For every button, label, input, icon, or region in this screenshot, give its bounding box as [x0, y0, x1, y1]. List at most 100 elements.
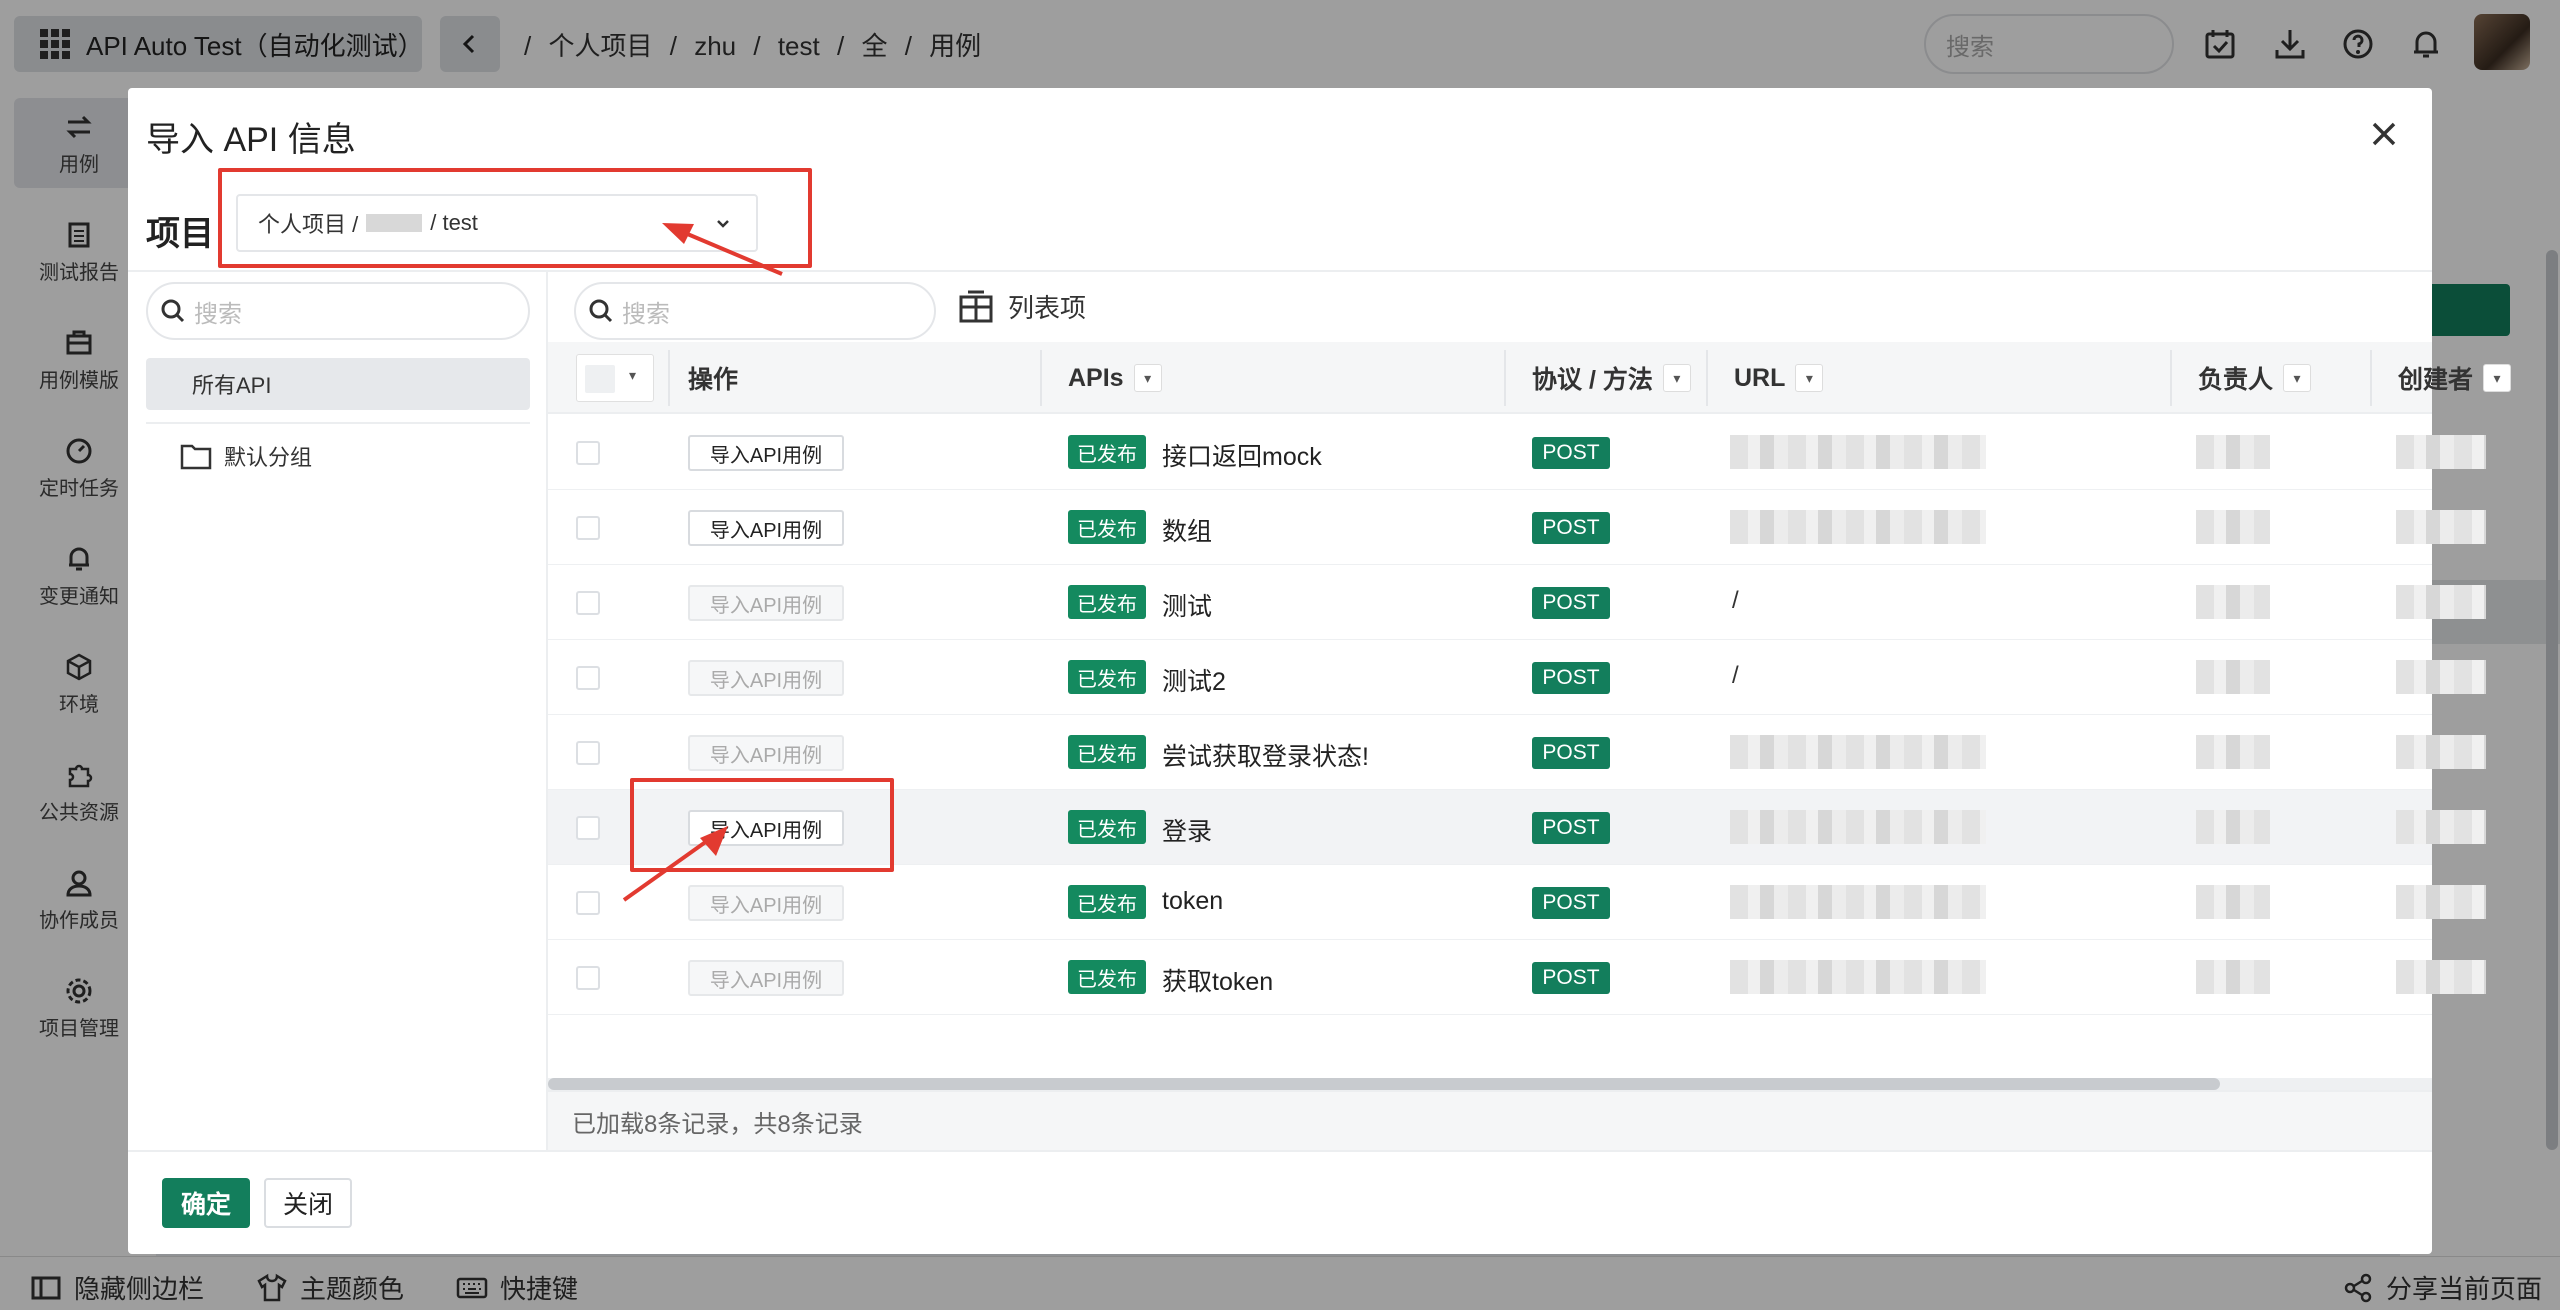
import-api-case-button[interactable]: 导入API用例 [688, 510, 844, 546]
status-badge: 已发布 [1068, 960, 1146, 994]
project-label: 项目 [146, 215, 214, 253]
column-title: 负责人 [2198, 366, 2274, 394]
api-name: 尝试获取登录状态! [1162, 743, 1369, 771]
method-badge: POST [1532, 437, 1610, 469]
tree-item-default-group[interactable]: 默认分组 [180, 440, 312, 472]
api-url: / [1732, 587, 1739, 614]
group-search-input[interactable]: 搜索 [146, 282, 530, 340]
row-checkbox[interactable] [576, 741, 600, 765]
dialog-title: 导入 API 信息 [146, 121, 356, 159]
chevron-down-icon[interactable]: ▾ [1662, 364, 1691, 392]
redacted-url [1730, 810, 1986, 844]
tree-item-label: 所有API [192, 373, 272, 398]
status-badge: 已发布 [1068, 885, 1146, 919]
column-title: APIs [1068, 363, 1124, 392]
chevron-down-icon[interactable]: ▾ [1795, 364, 1824, 392]
redacted-url [1730, 885, 1986, 919]
row-checkbox[interactable] [576, 516, 600, 540]
column-divider [2370, 350, 2372, 406]
search-placeholder: 搜索 [622, 300, 670, 328]
column-header-owner[interactable]: 负责人 ▾ [2198, 342, 2312, 414]
redacted-owner [2196, 660, 2270, 694]
close-icon[interactable] [2364, 114, 2404, 154]
redacted-owner [2196, 885, 2270, 919]
redacted-creator [2396, 735, 2486, 769]
column-title: 操作 [688, 366, 739, 394]
redacted-creator [2396, 960, 2486, 994]
row-checkbox[interactable] [576, 816, 600, 840]
horizontal-scrollbar-thumb[interactable] [548, 1078, 2220, 1090]
chevron-down-icon: ▾ [629, 367, 637, 383]
annotation-box-import [630, 778, 894, 872]
redacted-owner [2196, 510, 2270, 544]
redacted-owner [2196, 810, 2270, 844]
record-count: 已加载8条记录，共8条记录 [548, 1090, 2432, 1150]
column-settings-button[interactable]: 列表项 [958, 288, 1086, 325]
row-checkbox[interactable] [576, 666, 600, 690]
table-row[interactable]: 导入API用例 已发布 测试2 POST / [548, 640, 2486, 715]
import-api-case-button[interactable]: 导入API用例 [688, 435, 844, 471]
import-api-case-button: 导入API用例 [688, 585, 844, 621]
divider [128, 1150, 2432, 1152]
method-badge: POST [1532, 662, 1610, 694]
row-checkbox[interactable] [576, 591, 600, 615]
table-row[interactable]: 导入API用例 已发布 获取token POST [548, 940, 2486, 1015]
column-header-creator[interactable]: 创建者 ▾ [2398, 342, 2512, 414]
search-icon [589, 299, 613, 323]
column-header-protocol[interactable]: 协议 / 方法 ▾ [1532, 342, 1691, 414]
redacted-url [1730, 735, 1986, 769]
annotation-box-project [218, 168, 812, 268]
table-row[interactable]: 导入API用例 已发布 接口返回mock POST [548, 415, 2486, 490]
column-header-action: 操作 [688, 342, 738, 414]
api-name: 测试 [1162, 593, 1213, 621]
folder-icon [180, 444, 212, 470]
column-title: URL [1734, 363, 1786, 392]
api-name: 接口返回mock [1162, 443, 1322, 471]
search-placeholder: 搜索 [194, 300, 242, 328]
column-title: 创建者 [2398, 366, 2474, 394]
redacted-url [1730, 435, 1986, 469]
chevron-down-icon[interactable]: ▾ [2283, 364, 2312, 392]
method-badge: POST [1532, 887, 1610, 919]
redacted-creator [2396, 435, 2486, 469]
api-search-input[interactable]: 搜索 [574, 282, 936, 340]
chevron-down-icon[interactable]: ▾ [2483, 364, 2512, 392]
method-badge: POST [1532, 962, 1610, 994]
redacted-creator [2396, 510, 2486, 544]
chevron-down-icon[interactable]: ▾ [1133, 364, 1162, 392]
redacted-url [1730, 960, 1986, 994]
redacted-creator [2396, 585, 2486, 619]
column-divider [2170, 350, 2172, 406]
row-checkbox[interactable] [576, 891, 600, 915]
api-name: 数组 [1162, 518, 1213, 546]
redacted-url [1730, 510, 1986, 544]
status-badge: 已发布 [1068, 510, 1146, 544]
column-header-url[interactable]: URL ▾ [1734, 342, 1824, 414]
close-button[interactable]: 关闭 [264, 1178, 352, 1228]
column-divider [668, 350, 670, 406]
api-group-tree: 搜索 所有API 默认分组 [128, 272, 548, 1150]
api-name: 测试2 [1162, 668, 1226, 696]
redacted-creator [2396, 885, 2486, 919]
status-badge: 已发布 [1068, 435, 1146, 469]
column-settings-label: 列表项 [1008, 293, 1087, 323]
divider [146, 422, 530, 424]
method-badge: POST [1532, 512, 1610, 544]
table-row[interactable]: 导入API用例 已发布 token POST [548, 865, 2486, 940]
row-checkbox[interactable] [576, 441, 600, 465]
column-header-apis[interactable]: APIs ▾ [1068, 342, 1162, 414]
column-divider [1040, 350, 1042, 406]
import-api-case-button: 导入API用例 [688, 735, 844, 771]
row-checkbox[interactable] [576, 966, 600, 990]
import-api-case-button: 导入API用例 [688, 660, 844, 696]
select-all-checkbox[interactable]: ▾ [576, 354, 654, 402]
table-row[interactable]: 导入API用例 已发布 测试 POST / [548, 565, 2486, 640]
method-badge: POST [1532, 737, 1610, 769]
table-row[interactable]: 导入API用例 已发布 数组 POST [548, 490, 2486, 565]
tree-item-all-api[interactable]: 所有API [146, 358, 530, 410]
status-badge: 已发布 [1068, 810, 1146, 844]
redacted-owner [2196, 960, 2270, 994]
column-divider [1706, 350, 1708, 406]
confirm-button[interactable]: 确定 [162, 1178, 250, 1228]
record-count-text: 已加载8条记录，共8条记录 [572, 1110, 863, 1138]
